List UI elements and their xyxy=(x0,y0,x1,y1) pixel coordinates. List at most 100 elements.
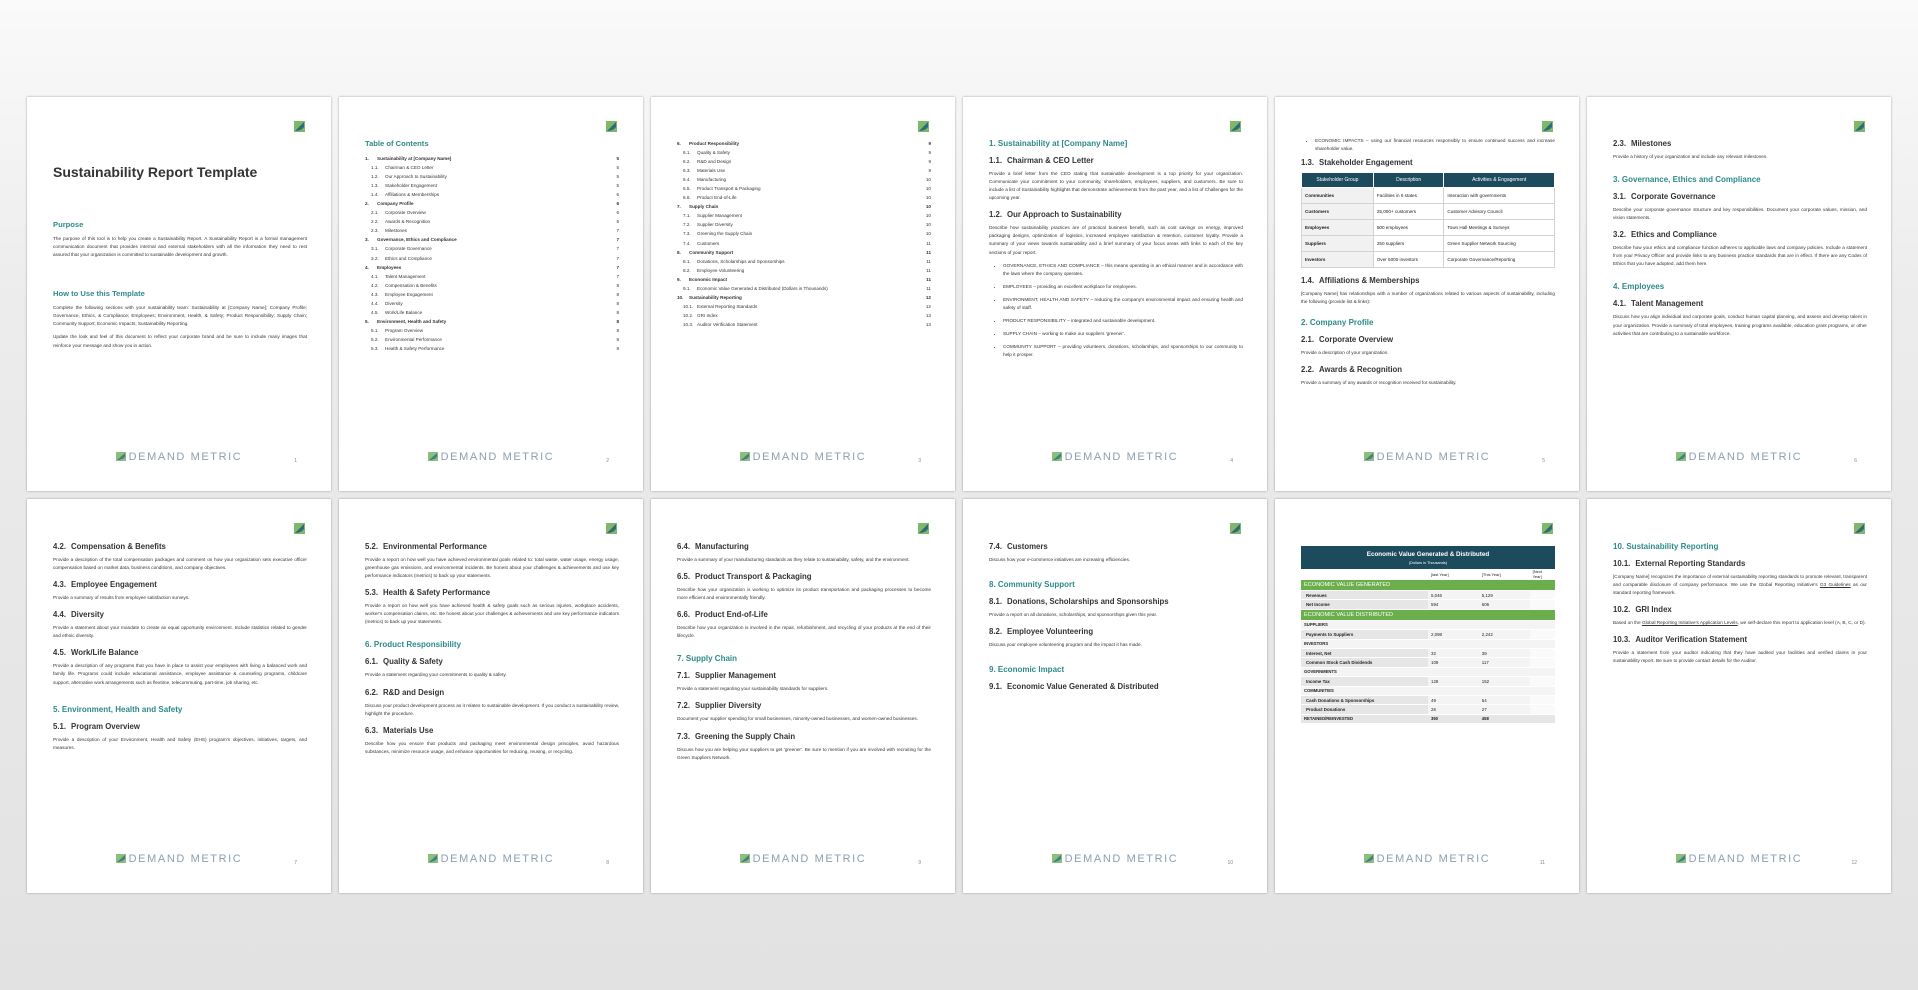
gri-application-levels-link[interactable]: Global Reporting Initiative's Applicatio… xyxy=(1642,620,1738,625)
paragraph: Discuss your product development process… xyxy=(365,702,619,716)
section-heading: 3. Governance, Ethics and Compliance xyxy=(1613,175,1761,185)
paragraph: Describe how your organization is involv… xyxy=(677,625,931,639)
toc-entry[interactable]: 6.6. Product End-of-Life 10 xyxy=(677,193,931,202)
toc-entry[interactable]: 4.4. Diversity 8 xyxy=(365,299,619,308)
toc-entry[interactable]: 7.1. Supplier Management 10 xyxy=(677,211,931,220)
toc-entry[interactable]: 1.2. Our Approach to Sustainability 5 xyxy=(365,172,619,181)
document-page[interactable]: 5.2. Environmental Performance Provide a … xyxy=(339,499,643,893)
toc-entry[interactable]: 1.1. Chairman & CEO Letter 5 xyxy=(365,163,619,172)
document-page[interactable]: ECONOMIC IMPACTS – using our financial r… xyxy=(1275,97,1579,491)
subsection-heading: 8.2. Employee Volunteering xyxy=(989,627,1094,637)
toc-entry[interactable]: 10.3. Auditor Verification Statement 13 xyxy=(677,320,931,329)
document-page[interactable]: 4.2. Compensation & Benefits Provide a de… xyxy=(27,499,331,893)
toc-page-number: 8 xyxy=(616,318,619,324)
toc-entry[interactable]: 2.2. Awards & Recognition 6 xyxy=(365,217,619,226)
toc-entry[interactable]: 1. Sustainability at [Company Name] 5 xyxy=(365,154,619,163)
toc-entry[interactable]: 8.1. Donations, Scholarships and Sponsors… xyxy=(677,257,931,266)
subsection-heading: 6.2. R&D and Design xyxy=(365,687,445,697)
leaf-logo-icon xyxy=(1542,521,1553,534)
toc-entry[interactable]: 4.5. Work/Life Balance 8 xyxy=(365,308,619,317)
paragraph: Based on the Global Reporting Initiative… xyxy=(1613,620,1866,626)
toc-entry[interactable]: 7.3. Greening the Supply Chain 10 xyxy=(677,229,931,238)
document-page[interactable]: Sustainability Report Template Purpose T… xyxy=(27,97,331,491)
toc-entry[interactable]: 7.4. Customers 11 xyxy=(677,239,931,248)
g3-guidelines-link[interactable]: G3 Guidelines xyxy=(1820,582,1851,587)
toc-entry[interactable]: 6.3. Materials Use 9 xyxy=(677,166,931,175)
toc-entry[interactable]: 4.2. Compensation & Benefits 8 xyxy=(365,281,619,290)
subsection-heading: 6.1. Quality & Safety xyxy=(365,657,443,667)
subsection-heading: 4.1. Talent Management xyxy=(1613,299,1704,309)
subsection-heading: 1.1. Chairman & CEO Letter xyxy=(989,156,1094,165)
brand-logo-icon xyxy=(739,854,750,863)
toc-entry[interactable]: 4. Employees 7 xyxy=(365,263,619,272)
toc-page-number: 11 xyxy=(926,258,931,264)
toc-entry[interactable]: 1.4. Affiliations & Memberships 6 xyxy=(365,190,619,199)
toc-entry[interactable]: 7. Supply Chain 10 xyxy=(677,202,931,211)
paragraph: Discuss your employee volunteering progr… xyxy=(989,642,1142,648)
document-page[interactable]: 10. Sustainability Reporting 10.1. Extern… xyxy=(1587,499,1891,893)
paragraph: Describe how sustainability practices ar… xyxy=(989,225,1243,255)
toc-entry[interactable]: 10.1. External Reporting Standards 12 xyxy=(677,302,931,311)
toc-page-number: 10 xyxy=(925,231,931,237)
brand-logo-text: DEMAND METRIC xyxy=(1688,853,1803,865)
table-row: Suppliers 250 suppliers Green Supplier Net… xyxy=(1301,235,1555,253)
toc-entry[interactable]: 6.2. R&D and Design 9 xyxy=(677,157,931,166)
toc-entry[interactable]: 5. Environment, Health and Safety 8 xyxy=(365,317,619,326)
toc-entry[interactable]: 3.1. Corporate Governance 7 xyxy=(365,244,619,253)
toc-entry[interactable]: 6.1. Quality & Safety 9 xyxy=(677,148,931,157)
toc-entry[interactable]: 2. Company Profile 6 xyxy=(365,199,619,208)
toc-page-number: 10 xyxy=(925,195,931,201)
toc-entry[interactable]: 2.3. Milestones 7 xyxy=(365,226,619,235)
subsection-heading: 1.2. Our Approach to Sustainability xyxy=(989,210,1122,220)
table-header: Stakeholder Group xyxy=(1301,172,1374,189)
toc-entry[interactable]: 7.2. Supplier Diversity 10 xyxy=(677,220,931,229)
document-page[interactable]: Economic Value Generated & Distributed (… xyxy=(1275,499,1579,893)
toc-entry[interactable]: 1.3. Stakeholder Engagement 5 xyxy=(365,181,619,190)
toc-entry[interactable]: 8. Community Support 11 xyxy=(677,248,931,257)
toc-entry[interactable]: 8.2. Employee Volunteering 11 xyxy=(677,266,931,275)
toc-entry[interactable]: 4.3. Employee Engagement 8 xyxy=(365,290,619,299)
toc-entry[interactable]: 3. Governance, Ethics and Compliance 7 xyxy=(365,235,619,244)
brand-logo-icon xyxy=(1363,854,1374,863)
toc-entry[interactable]: 5.3. Health & Safety Performance 9 xyxy=(365,344,619,353)
leaf-logo-icon xyxy=(294,521,305,534)
paragraph: Document your supplier spending for smal… xyxy=(677,716,919,722)
toc-entry[interactable]: 5.1. Program Overview 8 xyxy=(365,326,619,335)
toc-page-number: 8 xyxy=(616,282,619,288)
paragraph: Provide a report on how well you have ac… xyxy=(365,557,619,579)
subsection-heading: 4.3. Employee Engagement xyxy=(53,580,157,590)
toc-entry[interactable]: 3.2. Ethics and Compliance 7 xyxy=(365,254,619,263)
toc-entry[interactable]: 10.2. GRI Index 13 xyxy=(677,311,931,320)
stakeholder-table: Stakeholder Group Description Activities… xyxy=(1301,172,1555,269)
document-page[interactable]: Table of Contents 1. Sustainability at [C… xyxy=(339,97,643,491)
toc-page-number: 6 xyxy=(616,210,619,216)
document-page[interactable]: 2.3. Milestones Provide a history of your… xyxy=(1587,97,1891,491)
paragraph: Provide a statement about your mandate t… xyxy=(53,625,307,639)
subsection-heading: 3.2. Ethics and Compliance xyxy=(1613,230,1717,240)
toc-entry[interactable]: 6.5. Product Transport & Packaging 10 xyxy=(677,184,931,193)
document-page[interactable]: 6.4. Manufacturing Provide a summary of y… xyxy=(651,499,955,893)
toc-page-number: 13 xyxy=(925,312,931,318)
paragraph: [Company Name] has relationships with a … xyxy=(1301,291,1555,305)
toc-page-number: 10 xyxy=(925,213,931,219)
toc-entry[interactable]: 9.1. Economic Value Generated & Distribut… xyxy=(677,284,931,293)
paragraph: Provide a summary of any awards or recog… xyxy=(1301,380,1457,386)
toc-entry[interactable]: 2.1. Corporate Overview 6 xyxy=(365,208,619,217)
toc-entry[interactable]: 9. Economic Impact 11 xyxy=(677,275,931,284)
paragraph: Describe how you ensure that products an… xyxy=(365,740,619,754)
toc-entry[interactable]: 4.1. Talent Management 7 xyxy=(365,272,619,281)
toc-page-number: 11 xyxy=(926,267,931,273)
document-page[interactable]: 7.4. Customers Discuss how your e-commerc… xyxy=(963,499,1267,893)
leaf-logo-icon xyxy=(918,119,929,132)
toc-entry[interactable]: 5.2. Environmental Performance 9 xyxy=(365,335,619,344)
document-page[interactable]: 6. Product Responsibility 9 6.1. Quality & S… xyxy=(651,97,955,491)
toc-entry[interactable]: 10. Sustainability Reporting 12 xyxy=(677,293,931,302)
document-page[interactable]: 1. Sustainability at [Company Name] 1.1.… xyxy=(963,97,1267,491)
toc-entry[interactable]: 6. Product Responsibility 9 xyxy=(677,139,931,148)
brand-logo-icon xyxy=(115,452,126,461)
brand-logo-text: DEMAND METRIC xyxy=(1376,451,1491,463)
table-header: Activities & Engagement xyxy=(1443,172,1555,189)
toc-entry[interactable]: 6.4. Manufacturing 10 xyxy=(677,175,931,184)
economic-value-title: Economic Value Generated & Distributed xyxy=(1366,551,1490,558)
subsection-heading: 7.3. Greening the Supply Chain xyxy=(677,731,796,741)
